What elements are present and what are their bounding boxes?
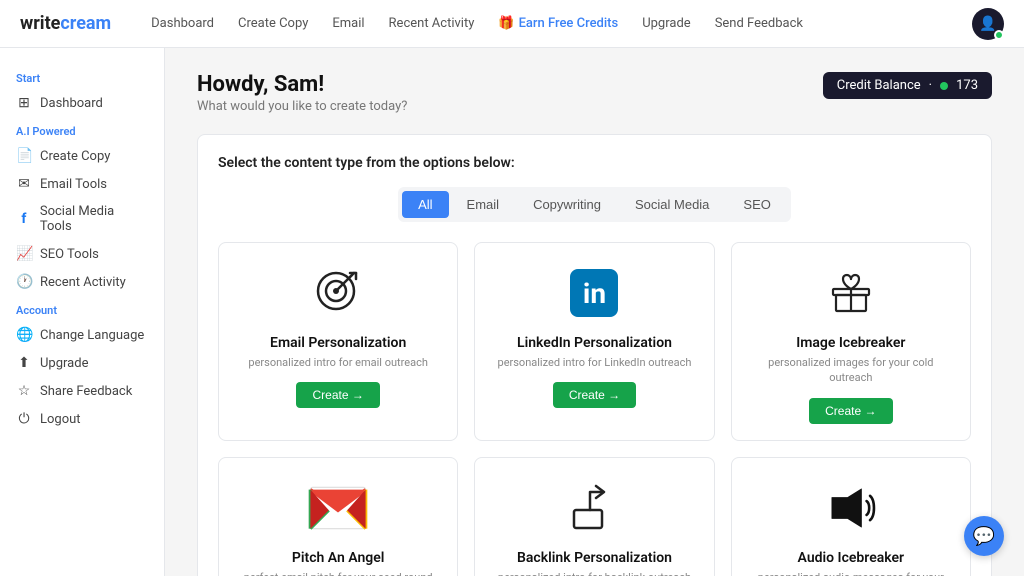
nav-recent-activity[interactable]: Recent Activity	[389, 16, 475, 31]
greeting-subtitle: What would you like to create today?	[197, 99, 407, 114]
sidebar: Start ⊞ Dashboard A.I Powered 📄 Create C…	[0, 48, 165, 576]
target-icon	[308, 263, 368, 323]
greeting-row: Howdy, Sam! What would you like to creat…	[197, 72, 992, 114]
tab-social-media[interactable]: Social Media	[619, 191, 725, 218]
doc-icon: 📄	[16, 148, 32, 164]
card-image-icebreaker: Image Icebreaker personalized images for…	[731, 242, 971, 441]
main-layout: Start ⊞ Dashboard A.I Powered 📄 Create C…	[0, 48, 1024, 576]
gift-nav-icon: 🎁	[498, 16, 514, 31]
filter-tabs: All Email Copywriting Social Media SEO	[398, 187, 791, 222]
facebook-icon: f	[16, 211, 32, 227]
card-linkedin-personalization: in LinkedIn Personalization personalized…	[474, 242, 714, 441]
avatar[interactable]: 👤	[972, 8, 1004, 40]
top-navigation: writecream Dashboard Create Copy Email R…	[0, 0, 1024, 48]
card-pitch-an-angel-desc: perfect email pitch for your seed round	[244, 570, 433, 576]
audio-icon	[821, 478, 881, 538]
logo[interactable]: writecream	[20, 13, 111, 34]
card-linkedin-personalization-create-btn[interactable]: Create →	[553, 382, 636, 408]
gift-icon	[821, 263, 881, 323]
credit-value: 173	[956, 78, 978, 93]
sidebar-item-social-media-tools[interactable]: f Social Media Tools	[0, 198, 164, 240]
trend-icon: 📈	[16, 246, 32, 262]
sidebar-item-recent-activity[interactable]: 🕐 Recent Activity	[0, 268, 164, 296]
sidebar-item-seo-tools[interactable]: 📈 SEO Tools	[0, 240, 164, 268]
card-pitch-an-angel: Pitch An Angel perfect email pitch for y…	[218, 457, 458, 576]
nav-dashboard[interactable]: Dashboard	[151, 16, 214, 31]
card-image-icebreaker-title: Image Icebreaker	[796, 335, 905, 351]
clock-icon: 🕐	[16, 274, 32, 290]
credit-label: Credit Balance	[837, 78, 921, 93]
card-image-icebreaker-desc: personalized images for your cold outrea…	[748, 355, 954, 386]
credit-separator: ·	[929, 78, 932, 93]
chat-support-button[interactable]: 💬	[964, 516, 1004, 556]
credit-dot	[940, 82, 948, 90]
sidebar-item-email-tools[interactable]: ✉ Email Tools	[0, 170, 164, 198]
card-audio-icebreaker: Audio Icebreaker personalized audio mess…	[731, 457, 971, 576]
globe-icon: 🌐	[16, 327, 32, 343]
tab-seo[interactable]: SEO	[727, 191, 786, 218]
upgrade-icon: ⬆	[16, 355, 32, 371]
sidebar-item-change-language[interactable]: 🌐 Change Language	[0, 321, 164, 349]
nav-right: 👤	[972, 8, 1004, 40]
sidebar-section-start: Start	[0, 64, 164, 89]
credit-balance-badge: Credit Balance · 173	[823, 72, 992, 99]
power-icon: ⏻	[16, 411, 32, 427]
sidebar-section-ai: A.I Powered	[0, 117, 164, 142]
tab-copywriting[interactable]: Copywriting	[517, 191, 617, 218]
panel-title: Select the content type from the options…	[218, 155, 971, 171]
card-image-icebreaker-create-btn[interactable]: Create →	[809, 398, 892, 424]
greeting: Howdy, Sam! What would you like to creat…	[197, 72, 407, 114]
cards-grid: Email Personalization personalized intro…	[218, 242, 971, 576]
tab-email[interactable]: Email	[451, 191, 516, 218]
card-audio-icebreaker-desc: personalized audio messages for your col…	[748, 570, 954, 576]
logo-part2: cream	[60, 13, 111, 34]
card-email-personalization-desc: personalized intro for email outreach	[248, 355, 428, 370]
sidebar-item-logout[interactable]: ⏻ Logout	[0, 405, 164, 433]
online-indicator	[994, 30, 1004, 40]
star-icon: ☆	[16, 383, 32, 399]
card-linkedin-personalization-desc: personalized intro for LinkedIn outreach	[498, 355, 692, 370]
tab-all[interactable]: All	[402, 191, 448, 218]
nav-create-copy[interactable]: Create Copy	[238, 16, 308, 31]
nav-email[interactable]: Email	[332, 16, 364, 31]
card-email-personalization-title: Email Personalization	[270, 335, 406, 351]
main-content: Howdy, Sam! What would you like to creat…	[165, 48, 1024, 576]
card-pitch-an-angel-title: Pitch An Angel	[292, 550, 385, 566]
card-email-personalization: Email Personalization personalized intro…	[218, 242, 458, 441]
logo-part1: write	[20, 13, 60, 34]
gmail-icon	[308, 478, 368, 538]
share-icon	[564, 478, 624, 538]
chat-icon: 💬	[973, 526, 995, 547]
nav-earn-credits[interactable]: 🎁 Earn Free Credits	[498, 16, 618, 31]
sidebar-section-account: Account	[0, 296, 164, 321]
greeting-title: Howdy, Sam!	[197, 72, 407, 97]
sidebar-item-share-feedback[interactable]: ☆ Share Feedback	[0, 377, 164, 405]
card-email-personalization-create-btn[interactable]: Create →	[296, 382, 379, 408]
card-backlink-personalization-title: Backlink Personalization	[517, 550, 672, 566]
content-panel: Select the content type from the options…	[197, 134, 992, 576]
sidebar-item-dashboard[interactable]: ⊞ Dashboard	[0, 89, 164, 117]
nav-send-feedback[interactable]: Send Feedback	[715, 16, 803, 31]
card-audio-icebreaker-title: Audio Icebreaker	[798, 550, 905, 566]
card-backlink-personalization: Backlink Personalization personalized in…	[474, 457, 714, 576]
sidebar-item-create-copy[interactable]: 📄 Create Copy	[0, 142, 164, 170]
card-backlink-personalization-desc: personalized intro for backlink outreach	[498, 570, 691, 576]
dashboard-icon: ⊞	[16, 95, 32, 111]
sidebar-item-upgrade[interactable]: ⬆ Upgrade	[0, 349, 164, 377]
nav-upgrade[interactable]: Upgrade	[642, 16, 690, 31]
linkedin-icon: in	[564, 263, 624, 323]
card-linkedin-personalization-title: LinkedIn Personalization	[517, 335, 672, 351]
email-icon: ✉	[16, 176, 32, 192]
